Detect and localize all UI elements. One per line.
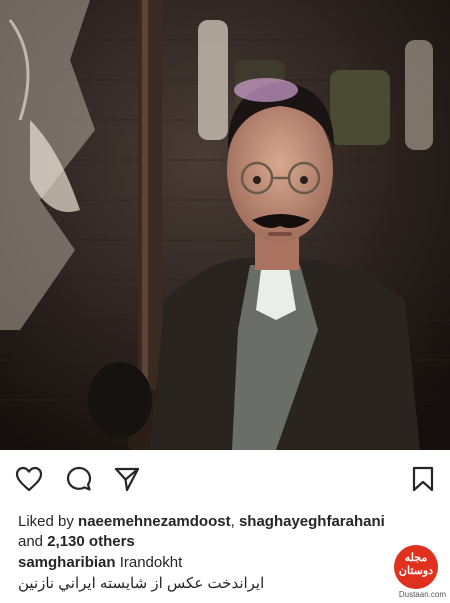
liked-separator: , [230,513,239,530]
bookmark-icon [412,466,434,492]
like-button[interactable] [14,464,44,494]
liked-and: and [18,533,48,550]
comment-button[interactable] [64,464,94,494]
heart-icon [15,466,43,492]
site-watermark: مجله دوستان Dustaan.com [388,543,446,599]
post-actions [0,450,450,508]
share-button[interactable] [112,464,142,494]
post-caption: samgharibian Irandokht [18,553,398,573]
liked-user-link[interactable]: naeemehnezamdoost [78,513,231,530]
watermark-brand: مجله دوستان [398,552,434,577]
caption-text: Irandokht [119,554,183,571]
share-icon [114,467,140,492]
liked-prefix: Liked by [18,513,79,530]
watermark-url: Dustaan.com [398,590,446,599]
comment-icon [66,466,92,491]
liked-user-link[interactable]: shaghayeghfarahani [239,513,385,530]
save-button[interactable] [408,464,438,494]
likes-summary: Liked by naeemehnezamdoost, shaghayeghfa… [18,512,438,552]
author-username[interactable]: samgharibian [18,554,116,571]
post-photo[interactable] [0,0,450,450]
liked-others-link[interactable]: 2,130 others [47,533,135,550]
caption-persian-text: ايراندخت عکس از شايسته ايراني نازنين [18,575,265,592]
post-image [0,0,450,450]
